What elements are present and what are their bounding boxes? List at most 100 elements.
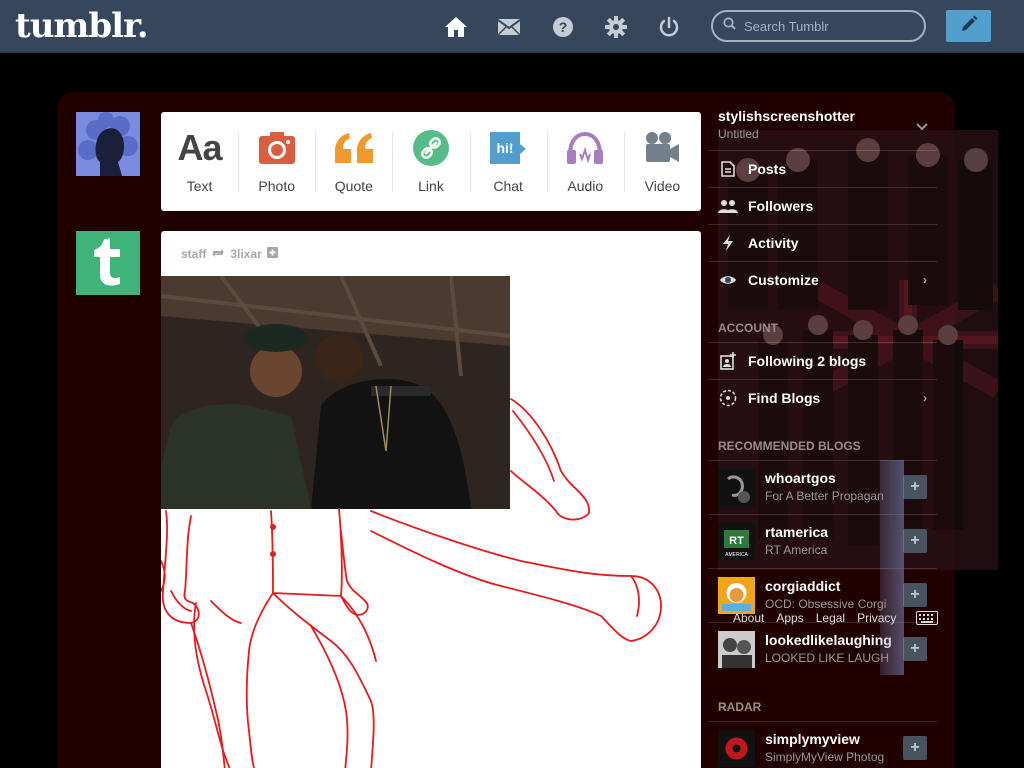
- blog-description: For A Better Propagan: [765, 489, 884, 503]
- keyboard-shortcuts-icon[interactable]: [916, 611, 938, 630]
- mail-icon[interactable]: [496, 14, 522, 40]
- lightning-icon: [718, 235, 738, 251]
- followers-icon: [718, 199, 738, 213]
- footer-link-about[interactable]: About: [733, 611, 764, 625]
- blog-avatar[interactable]: RT AMERICA: [718, 523, 755, 560]
- svg-text:RT: RT: [729, 535, 744, 547]
- sidebar-item-activity[interactable]: Activity: [708, 224, 937, 261]
- right-sidebar: stylishscreenshotter Untitled Posts Foll…: [708, 100, 1008, 768]
- blog-name[interactable]: whoartgos: [765, 470, 895, 486]
- blog-description: LOOKED LIKE LAUGH: [765, 651, 890, 665]
- svg-text:hi!: hi!: [497, 140, 514, 156]
- sidebar-overlay-strip: [880, 460, 904, 675]
- staff-avatar[interactable]: [76, 231, 140, 295]
- sidebar-item-label: Find Blogs: [748, 390, 821, 406]
- post-red-line-drawing: [161, 398, 662, 768]
- footer-link-privacy[interactable]: Privacy: [857, 611, 896, 625]
- pencil-icon: [959, 14, 979, 39]
- post-type-audio[interactable]: Audio: [546, 112, 624, 211]
- tumblr-t-icon: [86, 235, 130, 292]
- sidebar-item-label: Customize: [748, 272, 819, 288]
- follow-button[interactable]: +: [903, 583, 927, 607]
- post-type-chat[interactable]: hi! Chat: [469, 112, 547, 211]
- section-heading-radar: RADAR: [718, 700, 762, 714]
- posts-icon: [718, 161, 738, 177]
- follow-button[interactable]: +: [903, 475, 927, 499]
- sidebar-item-customize[interactable]: Customize ›: [708, 261, 937, 298]
- search-box[interactable]: [711, 10, 926, 42]
- post-type-label: Video: [644, 178, 681, 194]
- blog-title: Untitled: [718, 127, 759, 141]
- compose-button[interactable]: [946, 10, 991, 42]
- blog-avatar[interactable]: [718, 469, 755, 506]
- gear-icon[interactable]: [603, 14, 629, 40]
- tumblr-logo[interactable]: tumblr.: [15, 6, 149, 46]
- sidebar-item-label: Following 2 blogs: [748, 353, 867, 369]
- link-icon: [412, 128, 450, 168]
- blog-avatar[interactable]: [718, 577, 755, 614]
- post-type-label: Quote: [334, 178, 373, 194]
- chevron-right-icon: ›: [923, 391, 927, 405]
- blog-name[interactable]: corgiaddict: [765, 578, 895, 594]
- plus-icon: +: [910, 640, 920, 657]
- plus-icon: +: [910, 586, 920, 603]
- quote-icon: [333, 128, 375, 168]
- post-type-text[interactable]: Aa Text: [161, 112, 238, 211]
- post-type-link[interactable]: Link: [392, 112, 469, 211]
- compass-icon: [718, 389, 738, 407]
- post-type-label: Link: [418, 178, 444, 194]
- section-heading-account: ACCOUNT: [718, 321, 778, 335]
- blog-name[interactable]: simplymyview: [765, 731, 895, 747]
- sidebar-item-posts[interactable]: Posts: [708, 150, 937, 187]
- chat-icon: hi!: [488, 128, 528, 168]
- video-camera-icon: [643, 128, 681, 168]
- sidebar-item-label: Followers: [748, 198, 814, 214]
- power-icon[interactable]: [656, 14, 682, 40]
- search-input[interactable]: [744, 18, 914, 34]
- blog-name[interactable]: lookedlikelaughing: [765, 632, 895, 648]
- chevron-down-icon[interactable]: [916, 120, 928, 134]
- footer-link-legal[interactable]: Legal: [816, 611, 845, 625]
- svg-text:AMERICA: AMERICA: [725, 552, 748, 558]
- post-type-label: Audio: [567, 178, 604, 194]
- radar-blog-item[interactable]: simplymyview SimplyMyView Photog +: [708, 721, 937, 768]
- follow-button[interactable]: +: [903, 736, 927, 760]
- post-type-label: Chat: [493, 178, 523, 194]
- plus-icon: +: [910, 739, 920, 756]
- svg-text:?: ?: [559, 19, 568, 35]
- post-type-video[interactable]: Video: [623, 112, 701, 211]
- user-avatar[interactable]: [76, 112, 140, 176]
- blog-avatar[interactable]: [718, 631, 755, 668]
- sidebar-item-following[interactable]: Following 2 blogs: [708, 342, 937, 379]
- text-icon: Aa: [177, 127, 223, 168]
- plus-icon: +: [910, 478, 920, 495]
- following-icon: [718, 352, 738, 370]
- help-icon[interactable]: ?: [550, 14, 576, 40]
- blog-description: OCD: Obsessive Corgi: [765, 597, 887, 611]
- blog-avatar[interactable]: [718, 730, 755, 767]
- post-type-quote[interactable]: Quote: [315, 112, 392, 211]
- post-type-label: Text: [186, 178, 213, 194]
- dashboard-post: staff 3lixar: [161, 231, 701, 768]
- blog-description: SimplyMyView Photog: [765, 750, 885, 764]
- sidebar-item-label: Activity: [748, 235, 799, 251]
- footer-link-apps[interactable]: Apps: [776, 611, 803, 625]
- follow-button[interactable]: +: [903, 637, 927, 661]
- chevron-right-icon: ›: [923, 273, 927, 287]
- plus-icon: +: [910, 532, 920, 549]
- headphones-icon: [565, 128, 605, 168]
- top-nav-bar: tumblr. ?: [0, 0, 1024, 53]
- eye-icon: [718, 274, 738, 286]
- sidebar-item-label: Posts: [748, 161, 787, 177]
- sidebar-item-followers[interactable]: Followers: [708, 187, 937, 224]
- blog-name[interactable]: rtamerica: [765, 524, 895, 540]
- sidebar-item-find-blogs[interactable]: Find Blogs ›: [708, 379, 937, 416]
- search-icon: [723, 17, 736, 35]
- home-icon[interactable]: [443, 14, 469, 40]
- section-heading-recommended: RECOMMENDED BLOGS: [718, 439, 861, 453]
- post-form: Aa Text Photo Quote Link hi! Chat Audio: [161, 112, 701, 211]
- blog-description: RT America: [765, 543, 828, 557]
- blog-name[interactable]: stylishscreenshotter: [718, 108, 855, 124]
- post-type-photo[interactable]: Photo: [238, 112, 315, 211]
- follow-button[interactable]: +: [903, 529, 927, 553]
